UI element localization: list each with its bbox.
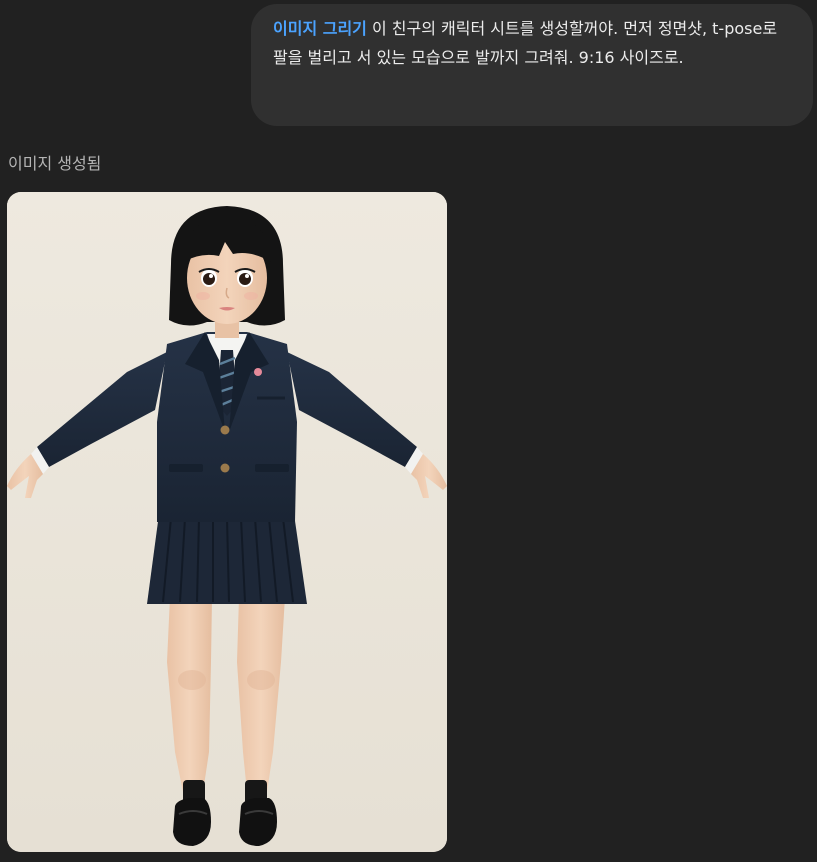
generated-image[interactable] [7,192,447,852]
draw-image-tool-tag[interactable]: 이미지 그리기 [273,19,367,38]
user-message-bubble: 이미지 그리기 이 친구의 캐릭터 시트를 생성할꺼야. 먼저 정면샷, t-p… [251,4,813,126]
image-generated-label: 이미지 생성됨 [8,154,102,173]
character-illustration [7,192,447,852]
chat-thread: 이미지 그리기 이 친구의 캐릭터 시트를 생성할꺼야. 먼저 정면샷, t-p… [0,0,817,862]
user-message-text: 이미지 그리기 이 친구의 캐릭터 시트를 생성할꺼야. 먼저 정면샷, t-p… [273,14,789,72]
